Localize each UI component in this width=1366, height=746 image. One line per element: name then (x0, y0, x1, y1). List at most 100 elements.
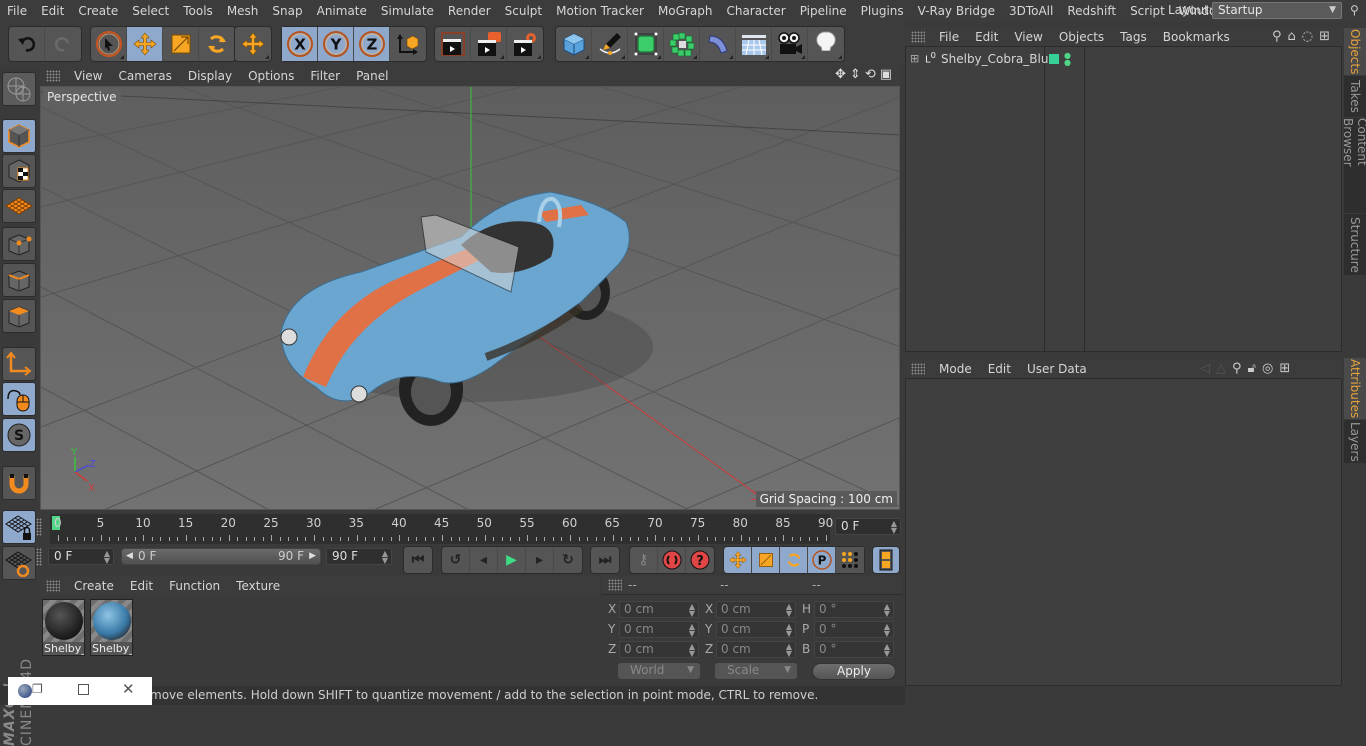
current-frame-field[interactable]: 0 F ▲ ▼ (835, 518, 901, 535)
menu-vray-bridge[interactable]: V-Ray Bridge (911, 4, 1002, 18)
size-mode-dropdown[interactable]: Scale ▼ (715, 663, 797, 679)
new-panel-icon[interactable]: ⊞ (1319, 29, 1330, 44)
recent-tool-button[interactable] (235, 27, 271, 61)
coordinate-space-dropdown[interactable]: World ▼ (618, 663, 700, 679)
layout-dropdown[interactable]: Startup ▼ (1212, 2, 1342, 19)
frame-range-slider[interactable]: ◀ 0 F 90 F ▶ (121, 548, 321, 565)
timeline-window-button[interactable] (873, 547, 899, 573)
size-x-field[interactable]: 0 cm ▲ ▼ (716, 601, 796, 618)
viewport-menu-options[interactable]: Options (240, 69, 302, 83)
previous-key-button[interactable]: ↺ (442, 547, 470, 573)
play-button[interactable]: ▶ (498, 547, 526, 573)
range-right-arrow-icon[interactable]: ▶ (309, 549, 316, 564)
parameter-key-button[interactable]: P (808, 547, 836, 573)
rotate-view-icon[interactable]: ⟲ (865, 67, 876, 82)
rot-b-field[interactable]: 0 ° ▲ ▼ (814, 641, 894, 658)
range-left-arrow-icon[interactable]: ◀ (126, 549, 133, 564)
workplane-mode-button[interactable] (2, 189, 36, 223)
menu-sculpt[interactable]: Sculpt (498, 4, 549, 18)
size-z-field[interactable]: 0 cm ▲ ▼ (716, 641, 796, 658)
viewport-menu-cameras[interactable]: Cameras (110, 69, 179, 83)
go-to-end-button[interactable]: ⏭ (591, 547, 619, 573)
material-menu-function[interactable]: Function (161, 579, 228, 593)
spinner-icon[interactable]: ▲ ▼ (891, 519, 897, 535)
end-frame-field[interactable]: 90 F ▲ ▼ (326, 548, 392, 565)
menu-snap[interactable]: Snap (265, 4, 309, 18)
menu-animate[interactable]: Animate (310, 4, 374, 18)
tab-structure[interactable]: Structure (1344, 214, 1366, 276)
pla-key-button[interactable] (836, 547, 864, 573)
spinner-icon[interactable]: ▲ ▼ (786, 642, 792, 658)
maximize-icon[interactable] (78, 684, 89, 695)
autokey-button[interactable] (658, 547, 686, 573)
light-button[interactable] (808, 27, 844, 61)
scale-key-button[interactable] (752, 547, 780, 573)
z-axis-lock-button[interactable]: Z (354, 27, 390, 61)
visibility-icon[interactable]: ◌ (1302, 29, 1313, 44)
layer-color-tag[interactable] (1049, 54, 1059, 64)
menu-file[interactable]: File (0, 4, 34, 18)
texture-mode-button[interactable] (2, 154, 36, 188)
tab-objects[interactable]: Objects (1344, 28, 1366, 76)
spinner-icon[interactable]: ▲ ▼ (786, 622, 792, 638)
material-menu-create[interactable]: Create (66, 579, 122, 593)
menu-redshift[interactable]: Redshift (1060, 4, 1123, 18)
search-icon[interactable]: ⚲ (1232, 361, 1242, 376)
spinner-icon[interactable]: ▲ ▼ (689, 602, 695, 618)
close-icon[interactable]: ✕ (122, 680, 135, 698)
material-swatch[interactable]: Shelby_I (42, 599, 85, 656)
render-view-button[interactable] (435, 27, 471, 61)
material-menu-edit[interactable]: Edit (122, 579, 161, 593)
spinner-icon[interactable]: ▲ ▼ (689, 642, 695, 658)
scale-tool-button[interactable] (163, 27, 199, 61)
keyframe-selection-button[interactable]: ? (686, 547, 714, 573)
subdivision-surface-button[interactable] (628, 27, 664, 61)
camera-button[interactable] (772, 27, 808, 61)
coordinate-system-button[interactable] (390, 27, 426, 61)
cube-button[interactable] (556, 27, 592, 61)
cloner-button[interactable] (664, 27, 700, 61)
menu-character[interactable]: Character (719, 4, 792, 18)
timeline-ruler[interactable]: 0 5 10 15 20 25 30 35 40 45 50 55 60 65 70 75 80 85 90 (50, 514, 833, 544)
menu-mesh[interactable]: Mesh (220, 4, 266, 18)
om-menu-tags[interactable]: Tags (1112, 30, 1155, 44)
tab-content-browser[interactable]: Content Browser (1341, 118, 1366, 214)
edges-mode-button[interactable] (2, 263, 36, 297)
om-menu-view[interactable]: View (1006, 30, 1050, 44)
tweak-mode-button[interactable] (2, 382, 36, 416)
polygons-mode-button[interactable] (2, 299, 36, 333)
render-settings-button[interactable] (507, 27, 543, 61)
viewport-menu-display[interactable]: Display (180, 69, 240, 83)
menu-edit[interactable]: Edit (34, 4, 71, 18)
drag-grip-icon[interactable] (608, 579, 622, 591)
menu-select[interactable]: Select (125, 4, 176, 18)
viewport-menu-view[interactable]: View (66, 69, 110, 83)
record-active-button[interactable]: ⚷ (630, 547, 658, 573)
spinner-icon[interactable]: ▲ ▼ (689, 622, 695, 638)
spinner-icon[interactable]: ▲ ▼ (104, 549, 110, 565)
pos-y-field[interactable]: 0 cm ▲ ▼ (619, 621, 699, 638)
menu-script[interactable]: Script (1123, 4, 1172, 18)
om-menu-edit[interactable]: Edit (967, 30, 1006, 44)
previous-frame-button[interactable]: ◂ (470, 547, 498, 573)
apply-button[interactable]: Apply (812, 663, 896, 680)
start-frame-field[interactable]: 0 F ▲ ▼ (48, 548, 114, 565)
attr-menu-edit[interactable]: Edit (980, 362, 1019, 376)
menu-3dtoall[interactable]: 3DToAll (1002, 4, 1060, 18)
spinner-icon[interactable]: ▲ ▼ (382, 549, 388, 565)
attr-menu-user-data[interactable]: User Data (1019, 362, 1095, 376)
points-mode-button[interactable] (2, 227, 36, 261)
make-editable-button[interactable] (2, 72, 36, 106)
search-icon[interactable]: ⚲ (1272, 29, 1282, 44)
spinner-icon[interactable]: ▲ ▼ (786, 602, 792, 618)
up-arrow-icon[interactable]: △ (1216, 361, 1226, 376)
drag-grip-icon[interactable] (911, 31, 925, 43)
spinner-icon[interactable]: ▲ ▼ (884, 622, 890, 638)
rotate-tool-button[interactable] (199, 27, 235, 61)
3d-viewport[interactable]: Y Z X Perspective Grid Spacing : 100 cm (40, 86, 900, 510)
back-arrow-icon[interactable]: ◁ (1200, 361, 1210, 376)
menu-tools[interactable]: Tools (176, 4, 220, 18)
menu-simulate[interactable]: Simulate (374, 4, 441, 18)
om-menu-file[interactable]: File (931, 30, 967, 44)
y-axis-lock-button[interactable]: Y (318, 27, 354, 61)
